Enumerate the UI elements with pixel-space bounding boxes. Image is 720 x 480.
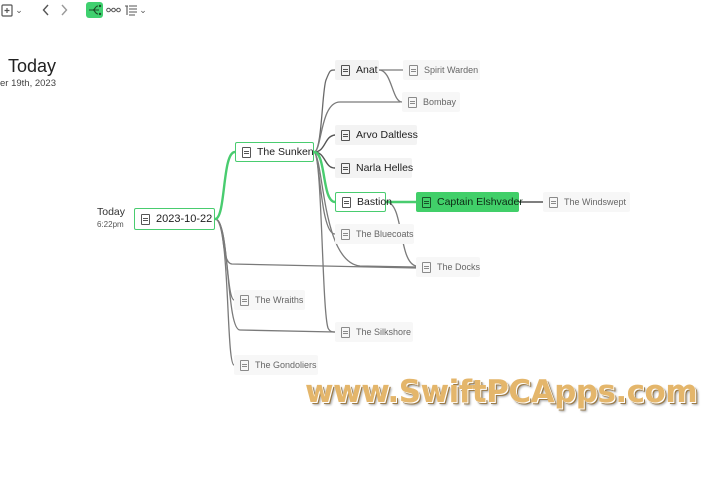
node-label: The Bluecoats xyxy=(356,229,414,239)
document-icon xyxy=(408,96,417,108)
node-anat[interactable]: Anat xyxy=(335,60,379,80)
node-the-wraiths[interactable]: The Wraiths xyxy=(234,290,305,310)
link-anat-bombay xyxy=(378,69,403,103)
node-spirit-warden[interactable]: Spirit Warden xyxy=(403,60,480,80)
node-captain-elshvader[interactable]: Captain Elshvader xyxy=(416,192,523,212)
document-icon xyxy=(341,228,350,240)
document-icon xyxy=(240,359,249,371)
node-bastion[interactable]: Bastion xyxy=(335,192,392,212)
node-label: The Docks xyxy=(437,262,481,272)
node-bombay[interactable]: Bombay xyxy=(402,92,460,112)
node-label: Bastion xyxy=(357,196,393,208)
node-the-sunken[interactable]: The Sunken xyxy=(235,142,314,162)
node-label: Spirit Warden xyxy=(424,65,479,75)
document-icon xyxy=(422,196,431,208)
node-label: Anat xyxy=(356,64,378,76)
node-arvo-daltless[interactable]: Arvo Daltless xyxy=(335,125,418,145)
node-the-docks[interactable]: The Docks xyxy=(416,257,480,277)
link-root-silkshore xyxy=(214,218,336,333)
node-label: Arvo Daltless xyxy=(356,129,418,141)
node-label: Captain Elshvader xyxy=(437,196,523,208)
document-icon xyxy=(342,196,351,208)
node-label: The Wraiths xyxy=(255,295,304,305)
node-label: Bombay xyxy=(423,97,457,107)
node-the-bluecoats[interactable]: The Bluecoats xyxy=(335,224,414,244)
document-icon xyxy=(240,294,249,306)
node-label: The Sunken xyxy=(257,146,314,158)
link-sunken-anat xyxy=(313,69,336,153)
document-icon xyxy=(409,64,418,76)
document-icon xyxy=(549,196,558,208)
link-root-sunken xyxy=(213,150,237,221)
node-the-silkshore[interactable]: The Silkshore xyxy=(335,322,413,342)
node-label: The Silkshore xyxy=(356,327,412,337)
node-label: The Gondoliers xyxy=(255,360,317,370)
node-label: The Windswept xyxy=(564,197,627,207)
document-icon xyxy=(242,146,251,158)
node-root[interactable]: 2023-10-22 xyxy=(134,208,215,230)
document-icon xyxy=(341,326,350,338)
node-label: 2023-10-22 xyxy=(156,213,213,225)
document-icon xyxy=(341,162,350,174)
watermark-text: www.SwiftPCApps.com xyxy=(305,374,698,410)
document-icon xyxy=(341,129,350,141)
document-icon xyxy=(422,261,431,273)
node-label: Narla Helles xyxy=(356,162,414,174)
document-icon xyxy=(341,64,350,76)
node-the-windswept[interactable]: The Windswept xyxy=(543,192,630,212)
node-the-gondoliers[interactable]: The Gondoliers xyxy=(234,355,318,375)
document-icon xyxy=(141,213,150,225)
node-narla-helles[interactable]: Narla Helles xyxy=(335,158,414,178)
